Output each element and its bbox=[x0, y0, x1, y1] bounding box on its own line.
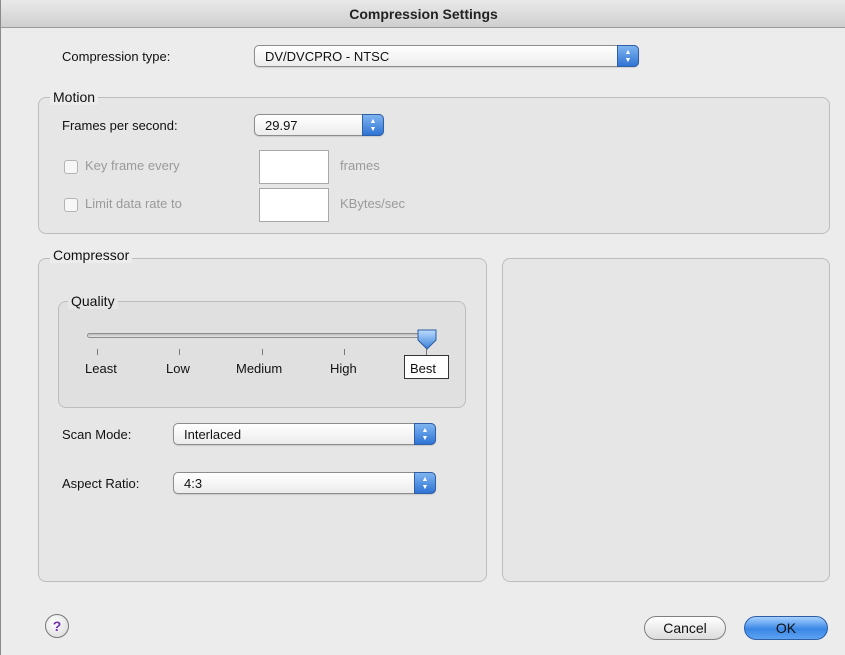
keyframe-checkbox[interactable] bbox=[64, 160, 78, 174]
compressor-group-title: Compressor bbox=[50, 247, 133, 263]
datarate-label: Limit data rate to bbox=[85, 196, 182, 211]
quality-group-title: Quality bbox=[68, 293, 118, 309]
quality-level-medium: Medium bbox=[236, 361, 283, 376]
up-down-arrows-icon: ▲ ▼ bbox=[414, 472, 436, 494]
fps-value: 29.97 bbox=[265, 118, 298, 133]
up-down-arrows-icon: ▲ ▼ bbox=[362, 114, 384, 136]
fps-popup[interactable]: 29.97 ▲ ▼ bbox=[254, 114, 384, 136]
up-down-arrows-icon: ▲ ▼ bbox=[617, 45, 639, 67]
window-title: Compression Settings bbox=[1, 0, 845, 28]
scan-mode-popup[interactable]: Interlaced ▲ ▼ bbox=[173, 423, 436, 445]
tick-high bbox=[344, 349, 345, 355]
quality-level-low: Low bbox=[166, 361, 190, 376]
datarate-unit: KBytes/sec bbox=[340, 196, 406, 211]
tick-medium bbox=[262, 349, 263, 355]
compression-type-popup[interactable]: DV/DVCPRO - NTSC ▲ ▼ bbox=[254, 45, 639, 67]
quality-slider-track[interactable] bbox=[87, 333, 429, 338]
compression-settings-window: Compression Settings Compression type: D… bbox=[0, 0, 845, 655]
quality-level-best: Best bbox=[410, 361, 437, 376]
ok-button[interactable]: OK bbox=[744, 616, 828, 640]
slider-thumb-icon[interactable] bbox=[415, 327, 439, 351]
datarate-checkbox[interactable] bbox=[64, 198, 78, 212]
scan-mode-label: Scan Mode: bbox=[62, 427, 132, 442]
fps-label: Frames per second: bbox=[62, 118, 178, 133]
help-icon[interactable]: ? bbox=[45, 614, 69, 638]
compression-type-label: Compression type: bbox=[62, 49, 171, 64]
keyframe-label: Key frame every bbox=[85, 158, 180, 173]
quality-level-high: High bbox=[330, 361, 357, 376]
datarate-input[interactable] bbox=[259, 188, 329, 222]
compression-type-value: DV/DVCPRO - NTSC bbox=[265, 49, 390, 64]
preview-panel bbox=[502, 258, 830, 582]
tick-least bbox=[97, 349, 98, 355]
aspect-ratio-popup[interactable]: 4:3 ▲ ▼ bbox=[173, 472, 436, 494]
keyframe-input[interactable] bbox=[259, 150, 329, 184]
tick-low bbox=[179, 349, 180, 355]
aspect-ratio-label: Aspect Ratio: bbox=[62, 476, 140, 491]
aspect-ratio-value: 4:3 bbox=[184, 476, 203, 491]
up-down-arrows-icon: ▲ ▼ bbox=[414, 423, 436, 445]
cancel-button[interactable]: Cancel bbox=[644, 616, 726, 640]
keyframe-unit: frames bbox=[340, 158, 380, 173]
motion-group-title: Motion bbox=[50, 89, 99, 105]
scan-mode-value: Interlaced bbox=[184, 427, 242, 442]
quality-level-least: Least bbox=[85, 361, 117, 376]
